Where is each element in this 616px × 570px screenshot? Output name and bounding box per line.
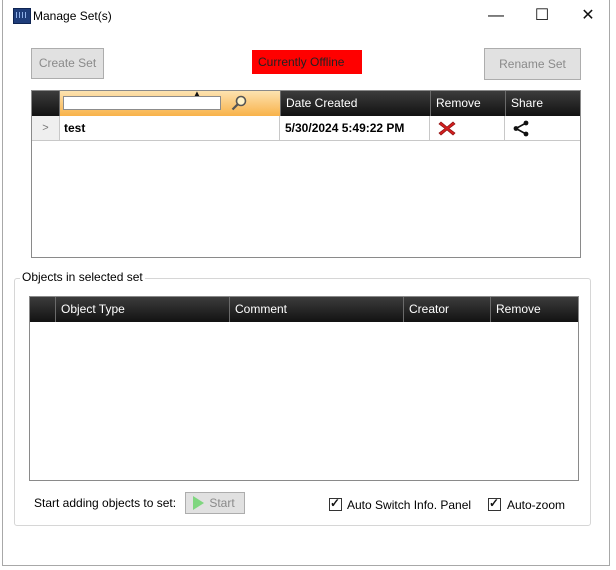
start-prompt-label: Start adding objects to set:: [34, 496, 177, 510]
creator-header[interactable]: Creator: [403, 297, 490, 322]
comment-header[interactable]: Comment: [229, 297, 403, 322]
offline-status: Currently Offline: [252, 50, 362, 74]
play-icon: [193, 496, 204, 510]
row-selector-icon[interactable]: >: [32, 116, 60, 140]
object-type-header[interactable]: Object Type: [55, 297, 229, 322]
sets-grid-header: ▲ Date Created Remove Share: [32, 89, 580, 116]
date-created-header[interactable]: Date Created: [280, 91, 430, 116]
rename-set-button[interactable]: Rename Set: [484, 48, 581, 80]
sets-grid: ▲ Date Created Remove Share > test 5/30/…: [31, 89, 581, 258]
app-icon: [13, 8, 31, 24]
set-name-cell: test: [59, 116, 280, 140]
remove-cell: [430, 116, 505, 140]
share-icon[interactable]: [512, 120, 530, 137]
auto-switch-label: Auto Switch Info. Panel: [347, 498, 472, 512]
search-input[interactable]: [63, 96, 221, 110]
delete-icon[interactable]: [438, 120, 456, 137]
name-column-header[interactable]: ▲: [59, 89, 281, 116]
share-cell: [505, 116, 580, 140]
start-button-label: Start: [209, 496, 235, 510]
objects-grid-header: Object Type Comment Creator Remove: [30, 297, 578, 322]
remove-header[interactable]: Remove: [430, 91, 505, 116]
table-row[interactable]: > test 5/30/2024 5:49:22 PM: [32, 116, 580, 141]
date-created-cell: 5/30/2024 5:49:22 PM: [280, 116, 430, 140]
start-button[interactable]: Start: [185, 492, 245, 514]
create-set-button[interactable]: Create Set: [31, 48, 104, 79]
objects-grid: Object Type Comment Creator Remove: [29, 296, 579, 481]
remove-object-header[interactable]: Remove: [490, 297, 578, 322]
objects-group-label: Objects in selected set: [20, 270, 145, 284]
share-header[interactable]: Share: [505, 91, 580, 116]
minimize-button[interactable]: —: [473, 0, 519, 32]
search-icon[interactable]: [230, 94, 248, 112]
window-title: Manage Set(s): [33, 9, 112, 23]
auto-zoom-label: Auto-zoom: [507, 498, 566, 512]
auto-zoom-checkbox[interactable]: [488, 496, 501, 511]
maximize-button[interactable]: ☐: [519, 0, 565, 32]
title-bar: Manage Set(s) — ☐ ✕: [3, 0, 609, 32]
auto-switch-checkbox[interactable]: [329, 496, 342, 511]
close-button[interactable]: ✕: [565, 0, 611, 32]
